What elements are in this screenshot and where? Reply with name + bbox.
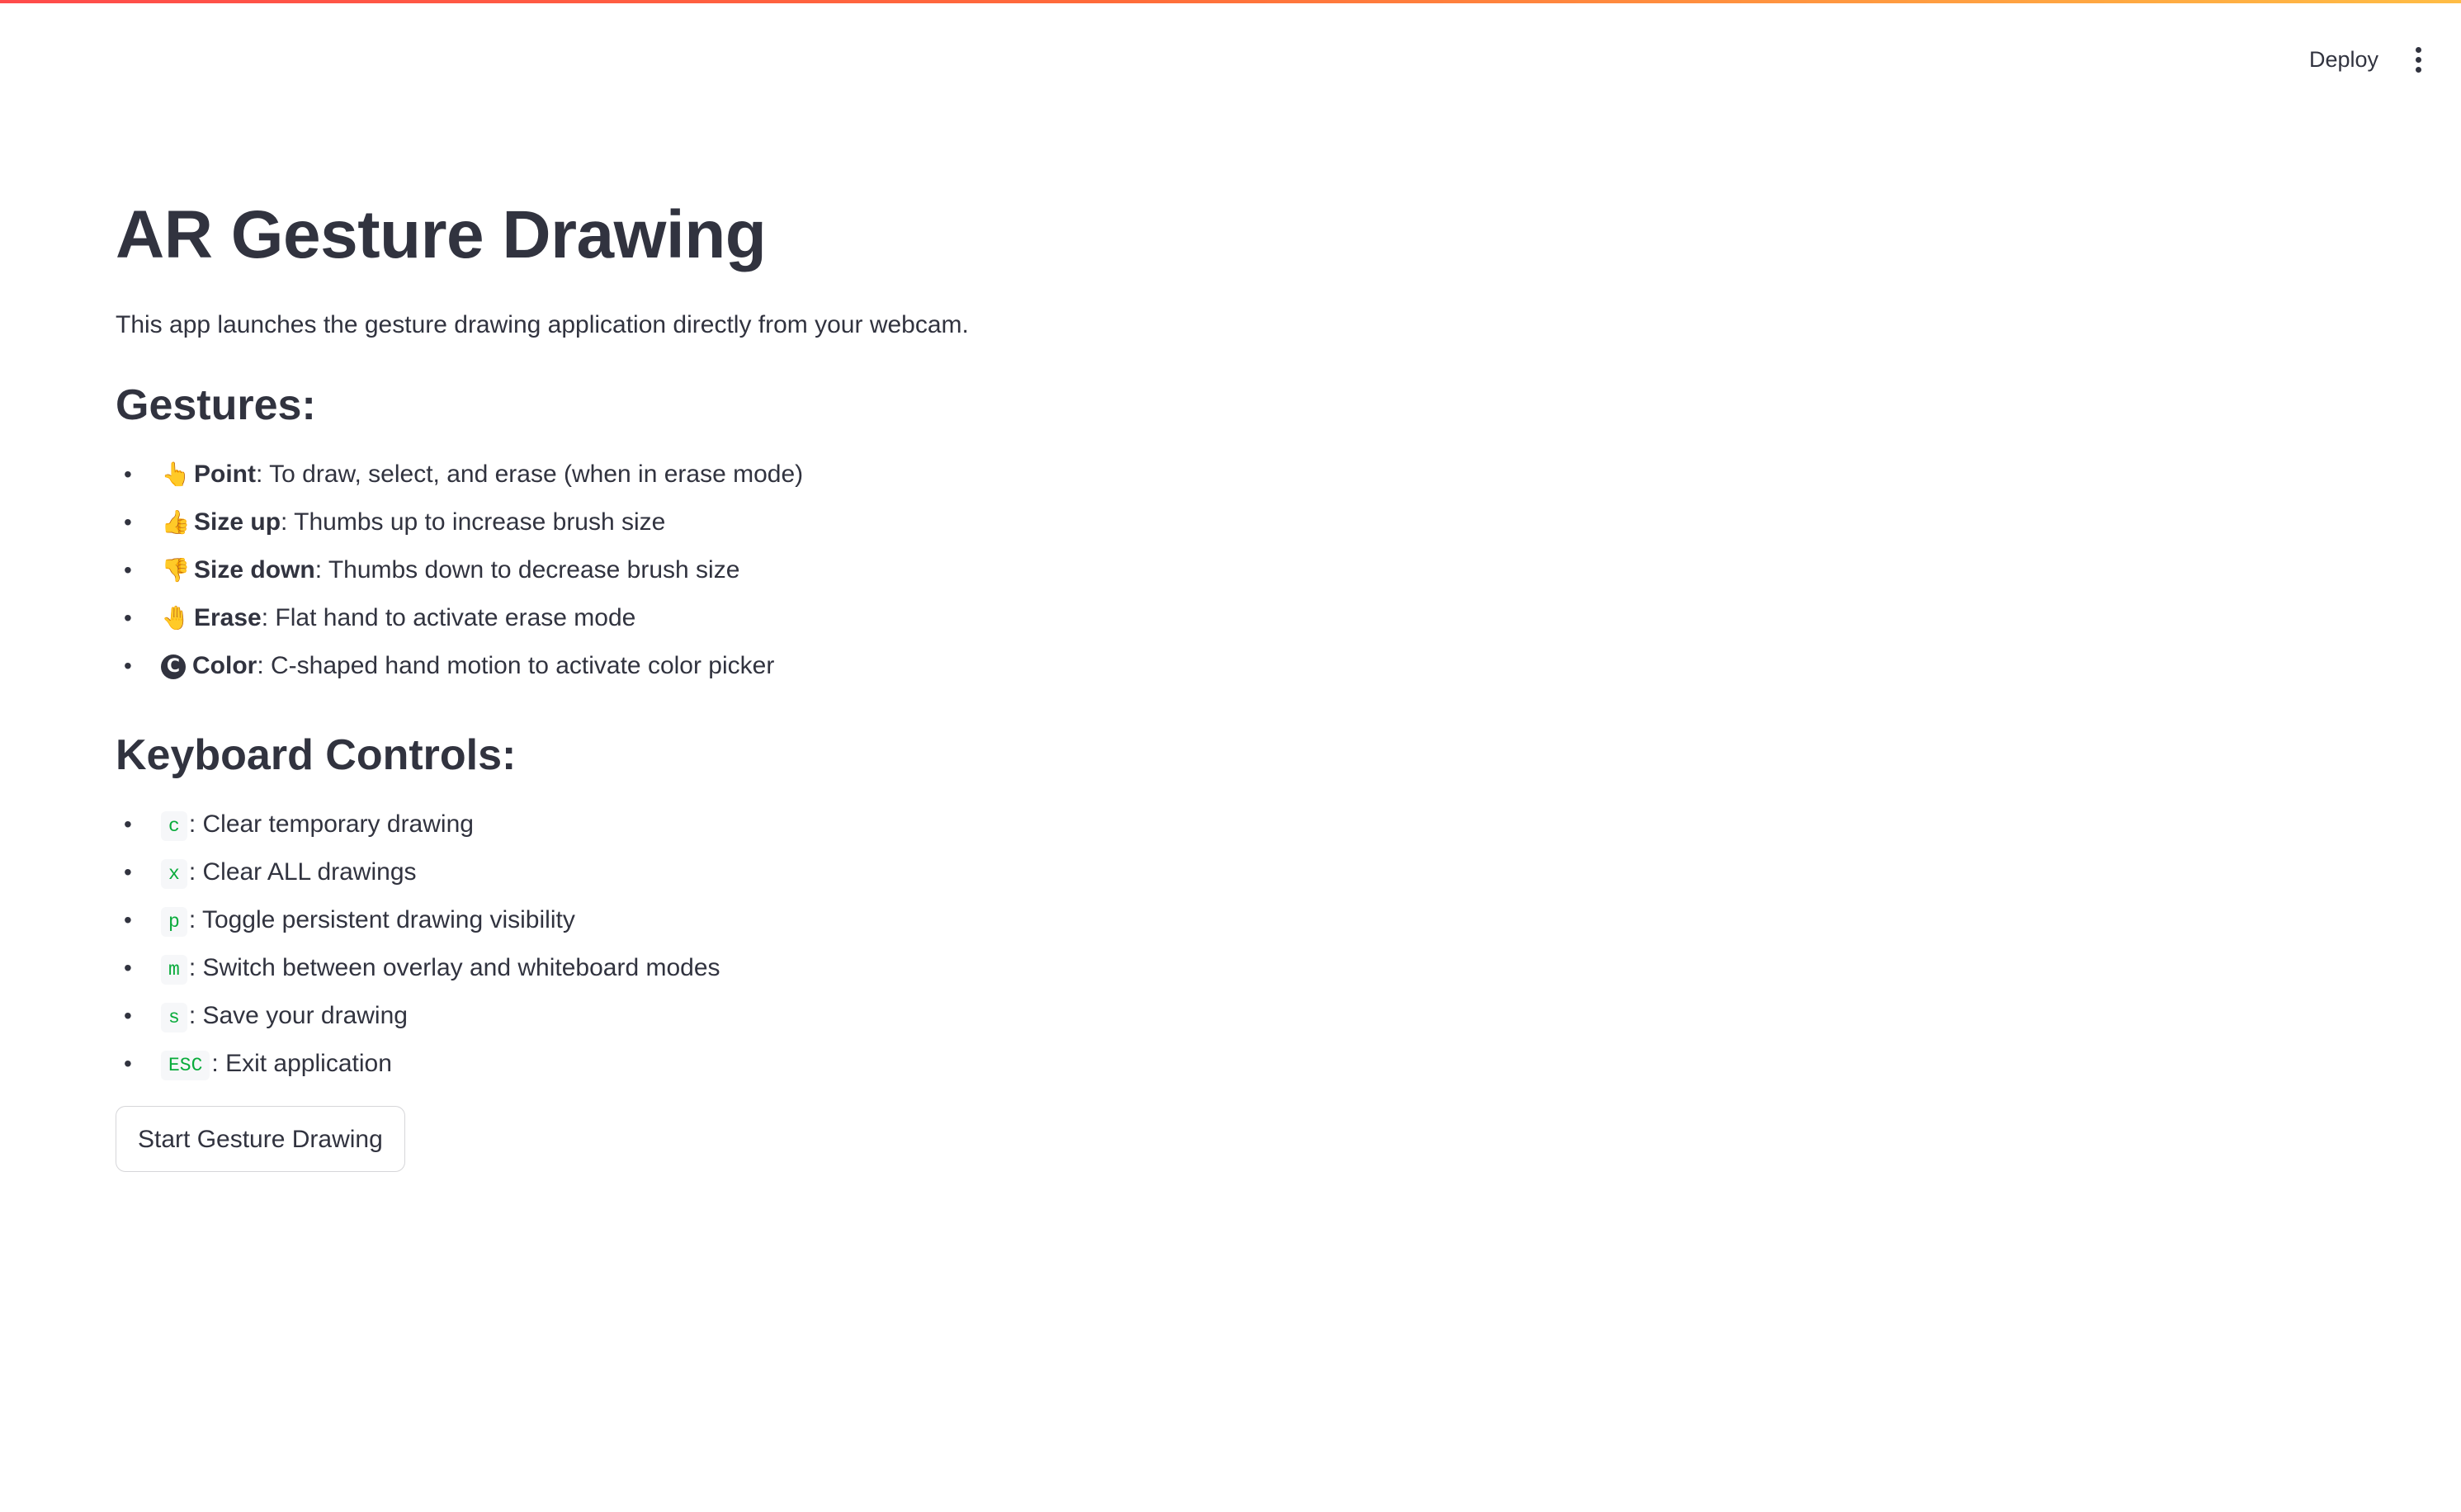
app-header: Deploy	[0, 0, 2461, 99]
gesture-item-color: • C Color: C-shaped hand motion to activa…	[116, 642, 1271, 690]
c-circle-icon: C	[161, 654, 186, 679]
start-gesture-drawing-button[interactable]: Start Gesture Drawing	[116, 1106, 405, 1172]
app-page: Deploy AR Gesture Drawing This app launc…	[0, 0, 2461, 1512]
gesture-description: : To draw, select, and erase (when in er…	[256, 461, 804, 488]
bullet-icon: •	[124, 859, 132, 885]
key-code: p	[161, 907, 187, 937]
key-description: : Exit application	[211, 1050, 392, 1077]
bullet-icon: •	[124, 461, 132, 487]
key-code: m	[161, 955, 187, 985]
keyboard-controls-list: • c: Clear temporary drawing • x: Clear …	[116, 801, 1271, 1088]
key-item-x: • x: Clear ALL drawings	[116, 848, 1271, 896]
gesture-item-erase: • 🤚 Erase: Flat hand to activate erase mo…	[116, 594, 1271, 642]
key-item-esc: • ESC: Exit application	[116, 1040, 1271, 1088]
bullet-icon: •	[124, 509, 132, 535]
gestures-heading: Gestures:	[116, 381, 316, 429]
key-code: c	[161, 811, 187, 841]
key-code: x	[161, 859, 187, 889]
key-description: : Clear ALL drawings	[188, 858, 417, 886]
bullet-icon: •	[124, 955, 132, 980]
gesture-item-size-down: • 👎 Size down: Thumbs down to decrease br…	[116, 546, 1271, 594]
thumbs-up-icon: 👍	[161, 508, 191, 536]
key-code: s	[161, 1003, 187, 1032]
keyboard-controls-heading: Keyboard Controls:	[116, 731, 517, 779]
gesture-item-point: • 👆 Point: To draw, select, and erase (wh…	[116, 451, 1271, 498]
key-item-c: • c: Clear temporary drawing	[116, 801, 1271, 848]
key-description: : Save your drawing	[188, 1002, 408, 1029]
gesture-term: Color	[192, 652, 257, 679]
bullet-icon: •	[124, 907, 132, 933]
intro-text: This app launches the gesture drawing ap…	[116, 311, 969, 338]
key-item-s: • s: Save your drawing	[116, 992, 1271, 1040]
main-content: AR Gesture Drawing This app launches the…	[116, 182, 1271, 1172]
menu-dot	[2415, 56, 2421, 63]
gesture-term: Point	[194, 461, 256, 488]
page-title: AR Gesture Drawing	[116, 197, 767, 272]
key-code: ESC	[161, 1051, 210, 1080]
gesture-description: : Flat hand to activate erase mode	[261, 604, 636, 631]
bullet-icon: •	[124, 653, 132, 678]
gesture-item-size-up: • 👍 Size up: Thumbs up to increase brush …	[116, 498, 1271, 546]
key-description: : Switch between overlay and whiteboard …	[188, 954, 720, 981]
menu-dot	[2415, 46, 2421, 53]
deploy-button[interactable]: Deploy	[2288, 36, 2400, 83]
gestures-list: • 👆 Point: To draw, select, and erase (wh…	[116, 451, 1271, 690]
bullet-icon: •	[124, 557, 132, 583]
key-item-m: • m: Switch between overlay and whiteboa…	[116, 944, 1271, 992]
pointing-hand-icon: 👆	[161, 461, 191, 488]
key-item-p: • p: Toggle persistent drawing visibilit…	[116, 896, 1271, 944]
bullet-icon: •	[124, 811, 132, 837]
gesture-description: : C-shaped hand motion to activate color…	[257, 652, 775, 679]
menu-dot	[2415, 66, 2421, 73]
gesture-term: Size down	[194, 556, 315, 584]
bullet-icon: •	[124, 1051, 132, 1076]
more-vertical-icon[interactable]	[2400, 40, 2436, 79]
gesture-term: Size up	[194, 508, 281, 536]
raised-hand-icon: 🤚	[161, 604, 191, 631]
key-description: : Toggle persistent drawing visibility	[188, 906, 575, 933]
thumbs-down-icon: 👎	[161, 556, 191, 584]
bullet-icon: •	[124, 1003, 132, 1028]
gesture-description: : Thumbs up to increase brush size	[281, 508, 666, 536]
gesture-description: : Thumbs down to decrease brush size	[314, 556, 740, 584]
gesture-term: Erase	[194, 604, 262, 631]
bullet-icon: •	[124, 605, 132, 631]
key-description: : Clear temporary drawing	[188, 810, 474, 838]
